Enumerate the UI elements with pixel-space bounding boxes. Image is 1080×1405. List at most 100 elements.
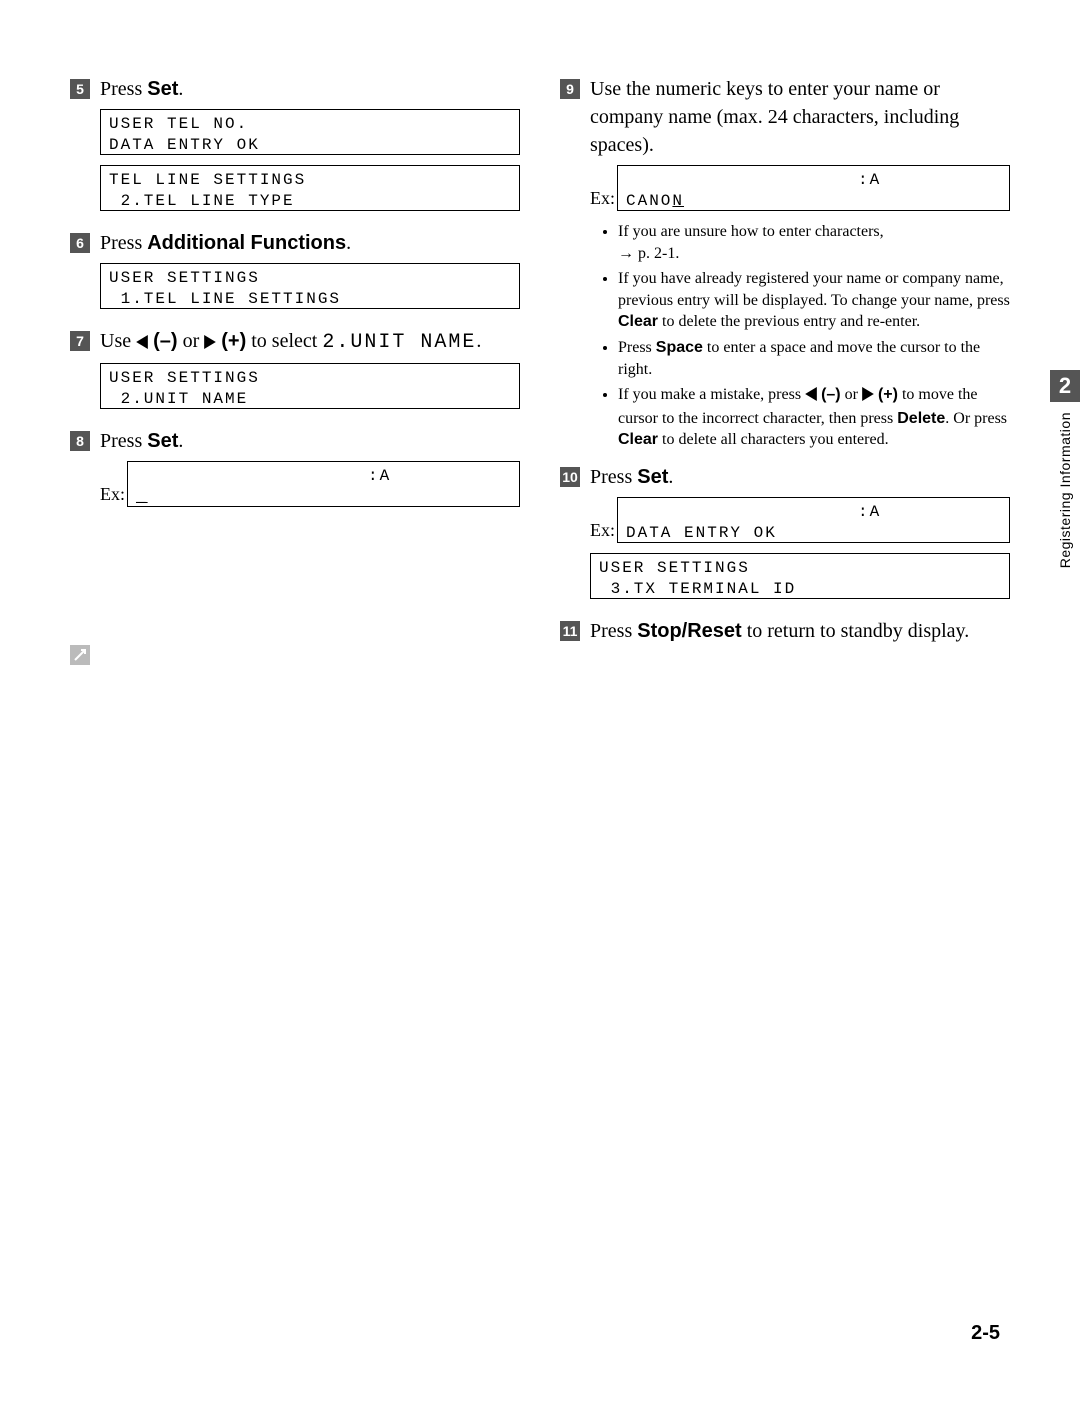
plus-key: (+) — [221, 330, 246, 352]
bullet-item: If you are unsure how to enter character… — [618, 221, 1010, 264]
lcd-display: USER SETTINGS 3.TX TERMINAL ID — [590, 553, 1010, 599]
right-column: 9 Use the numeric keys to enter your nam… — [560, 75, 1010, 659]
text: to delete all characters you entered. — [658, 431, 889, 448]
side-tab: 2 Registering Information — [1050, 370, 1080, 568]
lcd-line-2: DATA ENTRY OK — [626, 524, 777, 542]
step-text: Use the numeric keys to enter your name … — [590, 75, 1010, 159]
triangle-right-icon — [204, 329, 216, 357]
step-body: Press Stop/Reset to return to standby di… — [590, 617, 1010, 651]
example-label: Ex: — [590, 520, 615, 543]
chapter-number: 2 — [1050, 370, 1080, 402]
key-clear: Clear — [618, 313, 658, 330]
lcd-display: USER SETTINGS 1.TEL LINE SETTINGS — [100, 263, 520, 309]
text: . Or press — [945, 410, 1007, 427]
lcd-line-1: :A — [136, 467, 391, 485]
step-body: Use the numeric keys to enter your name … — [590, 75, 1010, 455]
minus-key: (–) — [153, 330, 177, 352]
step-10: 10 Press Set. Ex: :A DATA ENTRY OK USER … — [560, 463, 1010, 609]
text: . — [668, 466, 673, 488]
text: . — [178, 430, 183, 452]
step-body: Press Set. USER TEL NO. DATA ENTRY OK TE… — [100, 75, 520, 221]
lcd-line-1: :A — [626, 171, 881, 189]
step-text: Use (–) or (+) to select 2.UNIT NAME. — [100, 327, 520, 357]
triangle-left-icon — [136, 329, 148, 357]
step-number: 6 — [70, 233, 90, 253]
chapter-label: Registering Information — [1057, 412, 1073, 568]
key-clear: Clear — [618, 431, 658, 448]
text: or — [841, 386, 862, 403]
step-number: 7 — [70, 331, 90, 351]
text: If you are unsure how to enter character… — [618, 223, 884, 240]
note-bullets: If you are unsure how to enter character… — [590, 221, 1010, 451]
text: or — [178, 330, 205, 352]
corner-marker-icon — [70, 645, 90, 665]
menu-item-mono: 2.UNIT NAME — [322, 331, 476, 354]
lcd-line-2a: CANO — [626, 192, 672, 210]
step-text: Press Additional Functions. — [100, 229, 520, 257]
lcd-display: :A CANON — [617, 165, 1010, 211]
text: Press — [618, 339, 656, 356]
step-11: 11 Press Stop/Reset to return to standby… — [560, 617, 1010, 651]
button-name: Stop/Reset — [637, 620, 741, 642]
example-row: Ex: :A _ — [100, 461, 520, 507]
example-label: Ex: — [100, 484, 125, 507]
text: → p. 2-1. — [618, 245, 679, 262]
lcd-display: USER TEL NO. DATA ENTRY OK — [100, 109, 520, 155]
left-column: 5 Press Set. USER TEL NO. DATA ENTRY OK … — [70, 75, 520, 659]
triangle-left-icon — [805, 386, 817, 408]
triangle-right-icon — [862, 386, 874, 408]
step-8: 8 Press Set. Ex: :A _ — [70, 427, 520, 517]
step-text: Press Set. — [100, 75, 520, 103]
bullet-item: If you make a mistake, press (–) or (+) … — [618, 384, 1010, 451]
lcd-display: :A DATA ENTRY OK — [617, 497, 1010, 543]
step-body: Press Set. Ex: :A _ — [100, 427, 520, 517]
text: to return to standby display. — [742, 620, 970, 642]
step-9: 9 Use the numeric keys to enter your nam… — [560, 75, 1010, 455]
example-label: Ex: — [590, 188, 615, 211]
step-number: 11 — [560, 621, 580, 641]
button-name: Additional Functions — [147, 232, 346, 254]
text: Press — [100, 232, 147, 254]
lcd-display: USER SETTINGS 2.UNIT NAME — [100, 363, 520, 409]
text: If you have already registered your name… — [618, 270, 1010, 309]
step-text: Press Set. — [100, 427, 520, 455]
step-text: Press Set. — [590, 463, 1010, 491]
page-number: 2-5 — [971, 1322, 1000, 1345]
step-number: 8 — [70, 431, 90, 451]
text: Press — [590, 466, 637, 488]
example-row: Ex: :A DATA ENTRY OK — [590, 497, 1010, 543]
lcd-display: TEL LINE SETTINGS 2.TEL LINE TYPE — [100, 165, 520, 211]
text: Press — [590, 620, 637, 642]
text: . — [476, 330, 481, 352]
lcd-cursor: N — [672, 192, 684, 210]
key-space: Space — [656, 339, 703, 356]
step-text: Press Stop/Reset to return to standby di… — [590, 617, 1010, 645]
step-5: 5 Press Set. USER TEL NO. DATA ENTRY OK … — [70, 75, 520, 221]
step-7: 7 Use (–) or (+) to select 2.UNIT NAME. … — [70, 327, 520, 419]
lcd-line-1: :A — [626, 503, 881, 521]
step-body: Use (–) or (+) to select 2.UNIT NAME. US… — [100, 327, 520, 419]
text: to delete the previous entry and re-ente… — [658, 313, 920, 330]
button-name: Set — [637, 466, 668, 488]
text: . — [178, 78, 183, 100]
bullet-item: Press Space to enter a space and move th… — [618, 337, 1010, 380]
button-name: Set — [147, 430, 178, 452]
text: Press — [100, 78, 147, 100]
two-column-layout: 5 Press Set. USER TEL NO. DATA ENTRY OK … — [70, 75, 1010, 659]
text: . — [346, 232, 351, 254]
text: to select — [246, 330, 322, 352]
button-name: Set — [147, 78, 178, 100]
step-body: Press Additional Functions. USER SETTING… — [100, 229, 520, 319]
text: If you make a mistake, press — [618, 386, 805, 403]
text: Use — [100, 330, 136, 352]
step-body: Press Set. Ex: :A DATA ENTRY OK USER SET… — [590, 463, 1010, 609]
key-delete: Delete — [897, 410, 945, 427]
plus-key: (+) — [878, 386, 898, 403]
bullet-item: If you have already registered your name… — [618, 268, 1010, 333]
example-row: Ex: :A CANON — [590, 165, 1010, 211]
lcd-display: :A _ — [127, 461, 520, 507]
lcd-cursor: _ — [136, 488, 148, 506]
page: 5 Press Set. USER TEL NO. DATA ENTRY OK … — [0, 0, 1080, 709]
step-number: 9 — [560, 79, 580, 99]
minus-key: (–) — [821, 386, 841, 403]
